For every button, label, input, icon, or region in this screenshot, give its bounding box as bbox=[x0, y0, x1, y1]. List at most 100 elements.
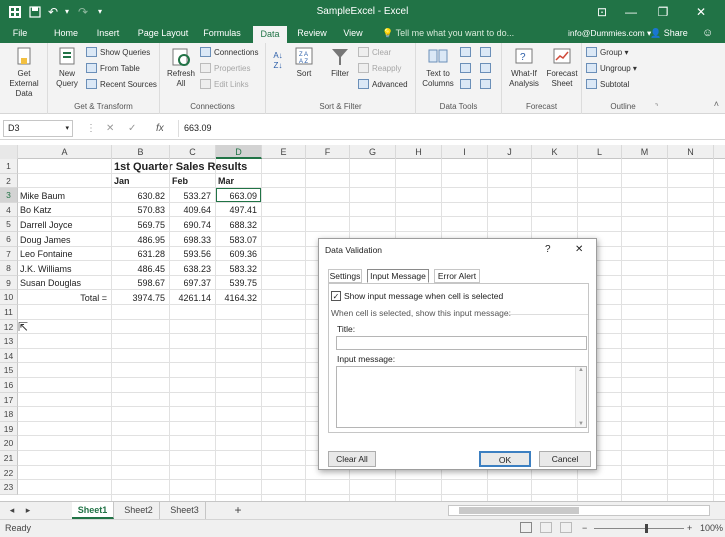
cell-name[interactable]: Darrell Joyce bbox=[20, 218, 110, 232]
column-header-f[interactable]: F bbox=[306, 145, 350, 159]
edit-links-button[interactable]: Edit Links bbox=[200, 78, 249, 92]
row-header-5[interactable]: 5 bbox=[0, 217, 18, 232]
title-input[interactable] bbox=[336, 336, 587, 350]
horizontal-scrollbar[interactable] bbox=[448, 505, 710, 516]
row-header-23[interactable]: 23 bbox=[0, 480, 18, 495]
cell-name[interactable]: Doug James bbox=[20, 233, 110, 247]
tell-me-search[interactable]: 💡 Tell me what you want to do... bbox=[382, 24, 514, 43]
cell-name[interactable]: Susan Douglas bbox=[20, 276, 110, 290]
cell-jan[interactable]: 630.82 bbox=[114, 189, 168, 203]
tab-error-alert[interactable]: Error Alert bbox=[434, 269, 480, 283]
row-header-21[interactable]: 21 bbox=[0, 451, 18, 466]
manage-data-model-button[interactable] bbox=[480, 78, 494, 92]
group-button[interactable]: Group ▾ bbox=[586, 46, 628, 60]
row-header-13[interactable]: 13 bbox=[0, 334, 18, 349]
column-header-d[interactable]: D bbox=[216, 145, 262, 159]
cell-feb[interactable]: 638.23 bbox=[172, 262, 214, 276]
scroll-tabs-right-icon[interactable]: ▸ bbox=[20, 502, 36, 519]
row-header-14[interactable]: 14 bbox=[0, 348, 18, 364]
cell-feb[interactable]: 593.56 bbox=[172, 247, 214, 261]
tab-page-layout[interactable]: Page Layout bbox=[134, 24, 192, 43]
insert-function-icon[interactable]: fx bbox=[156, 120, 164, 137]
row-header-8[interactable]: 8 bbox=[0, 261, 18, 276]
cell-total-mar[interactable]: 4164.32 bbox=[218, 291, 260, 305]
cell-feb[interactable]: 697.37 bbox=[172, 276, 214, 290]
sheet-tab-sheet1[interactable]: Sheet1 bbox=[72, 502, 114, 519]
input-message-textarea[interactable]: ▲ ▼ bbox=[336, 366, 587, 428]
cell-name[interactable]: J.K. Williams bbox=[20, 262, 110, 276]
formula-input[interactable]: 663.09 bbox=[178, 120, 721, 137]
zoom-in-button[interactable]: + bbox=[687, 520, 692, 537]
reapply-button[interactable]: Reapply bbox=[358, 62, 401, 76]
column-header-l[interactable]: L bbox=[578, 145, 622, 159]
minimize-button[interactable]: — bbox=[622, 0, 640, 24]
row-header-15[interactable]: 15 bbox=[0, 363, 18, 378]
text-to-columns-button[interactable]: Text to Columns bbox=[420, 46, 456, 89]
cell-total-feb[interactable]: 4261.14 bbox=[172, 291, 214, 305]
cell-mar[interactable]: 583.32 bbox=[218, 262, 260, 276]
row-header-22[interactable]: 22 bbox=[0, 465, 18, 481]
connections-button[interactable]: Connections bbox=[200, 46, 258, 60]
scroll-down-icon[interactable]: ▼ bbox=[578, 421, 584, 427]
ribbon-display-icon[interactable]: ⊡ bbox=[593, 0, 611, 24]
cell-d2-header[interactable]: Mar bbox=[218, 174, 260, 188]
cancel-button[interactable]: Cancel bbox=[539, 451, 591, 467]
sheet-tab-sheet2[interactable]: Sheet2 bbox=[118, 502, 160, 519]
smiley-feedback-icon[interactable]: ☺ bbox=[702, 24, 713, 43]
cell-jan[interactable]: 598.67 bbox=[114, 276, 168, 290]
cell-feb[interactable]: 690.74 bbox=[172, 218, 214, 232]
column-header-c[interactable]: C bbox=[170, 145, 216, 159]
row-header-7[interactable]: 7 bbox=[0, 246, 18, 262]
row-header-19[interactable]: 19 bbox=[0, 421, 18, 437]
column-header-g[interactable]: G bbox=[350, 145, 396, 159]
ok-button[interactable]: OK bbox=[479, 451, 531, 467]
scrollbar-thumb[interactable] bbox=[459, 507, 579, 514]
refresh-all-button[interactable]: Refresh All bbox=[164, 46, 198, 89]
sort-az-button[interactable]: A↓ Z↓ bbox=[270, 51, 286, 71]
show-queries-button[interactable]: Show Queries bbox=[86, 46, 150, 60]
share-button[interactable]: 👤 Share bbox=[650, 24, 688, 43]
cell-mar[interactable]: 539.75 bbox=[218, 276, 260, 290]
page-layout-view-icon[interactable] bbox=[540, 522, 552, 533]
cell-feb[interactable]: 533.27 bbox=[172, 189, 214, 203]
remove-duplicates-button[interactable] bbox=[460, 62, 474, 76]
scroll-up-icon[interactable]: ▲ bbox=[578, 367, 584, 373]
cell-feb[interactable]: 409.64 bbox=[172, 203, 214, 217]
recent-sources-button[interactable]: Recent Sources bbox=[86, 78, 157, 92]
sort-button[interactable]: Z AA Z Sort bbox=[290, 46, 318, 79]
zoom-level[interactable]: 100% bbox=[700, 520, 723, 537]
column-header-m[interactable]: M bbox=[622, 145, 668, 159]
ungroup-button[interactable]: Ungroup ▾ bbox=[586, 62, 637, 76]
cell-jan[interactable]: 486.45 bbox=[114, 262, 168, 276]
row-header-17[interactable]: 17 bbox=[0, 392, 18, 408]
cell-name[interactable]: Leo Fontaine bbox=[20, 247, 110, 261]
from-table-button[interactable]: From Table bbox=[86, 62, 140, 76]
name-box[interactable]: D3 ▾ bbox=[3, 120, 73, 137]
zoom-slider[interactable] bbox=[594, 528, 684, 529]
row-header-1[interactable]: 1 bbox=[0, 159, 18, 174]
row-header-11[interactable]: 11 bbox=[0, 305, 18, 320]
tab-data[interactable]: Data bbox=[253, 26, 287, 43]
subtotal-button[interactable]: Subtotal bbox=[586, 78, 629, 92]
scroll-tabs-left-icon[interactable]: ◂ bbox=[4, 502, 20, 519]
tab-insert[interactable]: Insert bbox=[90, 24, 126, 43]
dialog-close-button[interactable]: ✕ bbox=[575, 244, 583, 255]
get-external-data-button[interactable]: Get External Data bbox=[2, 46, 46, 99]
filter-button[interactable]: Filter bbox=[326, 46, 354, 79]
close-button[interactable]: ✕ bbox=[690, 0, 712, 24]
normal-view-icon[interactable] bbox=[520, 522, 532, 533]
help-button[interactable]: ? bbox=[545, 244, 551, 255]
data-validation-button[interactable] bbox=[460, 78, 474, 92]
cell-jan[interactable]: 486.95 bbox=[114, 233, 168, 247]
cancel-entry-icon[interactable]: ✕ bbox=[106, 120, 114, 137]
tab-view[interactable]: View bbox=[338, 24, 368, 43]
properties-button[interactable]: Properties bbox=[200, 62, 250, 76]
collapse-ribbon-icon[interactable]: ˄ bbox=[714, 99, 719, 109]
row-header-2[interactable]: 2 bbox=[0, 173, 18, 189]
clear-button[interactable]: Clear bbox=[358, 46, 391, 60]
relationships-button[interactable] bbox=[480, 62, 494, 76]
dialog-launcher-icon[interactable]: ⌝ bbox=[655, 103, 658, 111]
cell-name[interactable]: Mike Baum bbox=[20, 189, 110, 203]
cell-jan[interactable]: 570.83 bbox=[114, 203, 168, 217]
tab-file[interactable]: File bbox=[8, 24, 32, 43]
